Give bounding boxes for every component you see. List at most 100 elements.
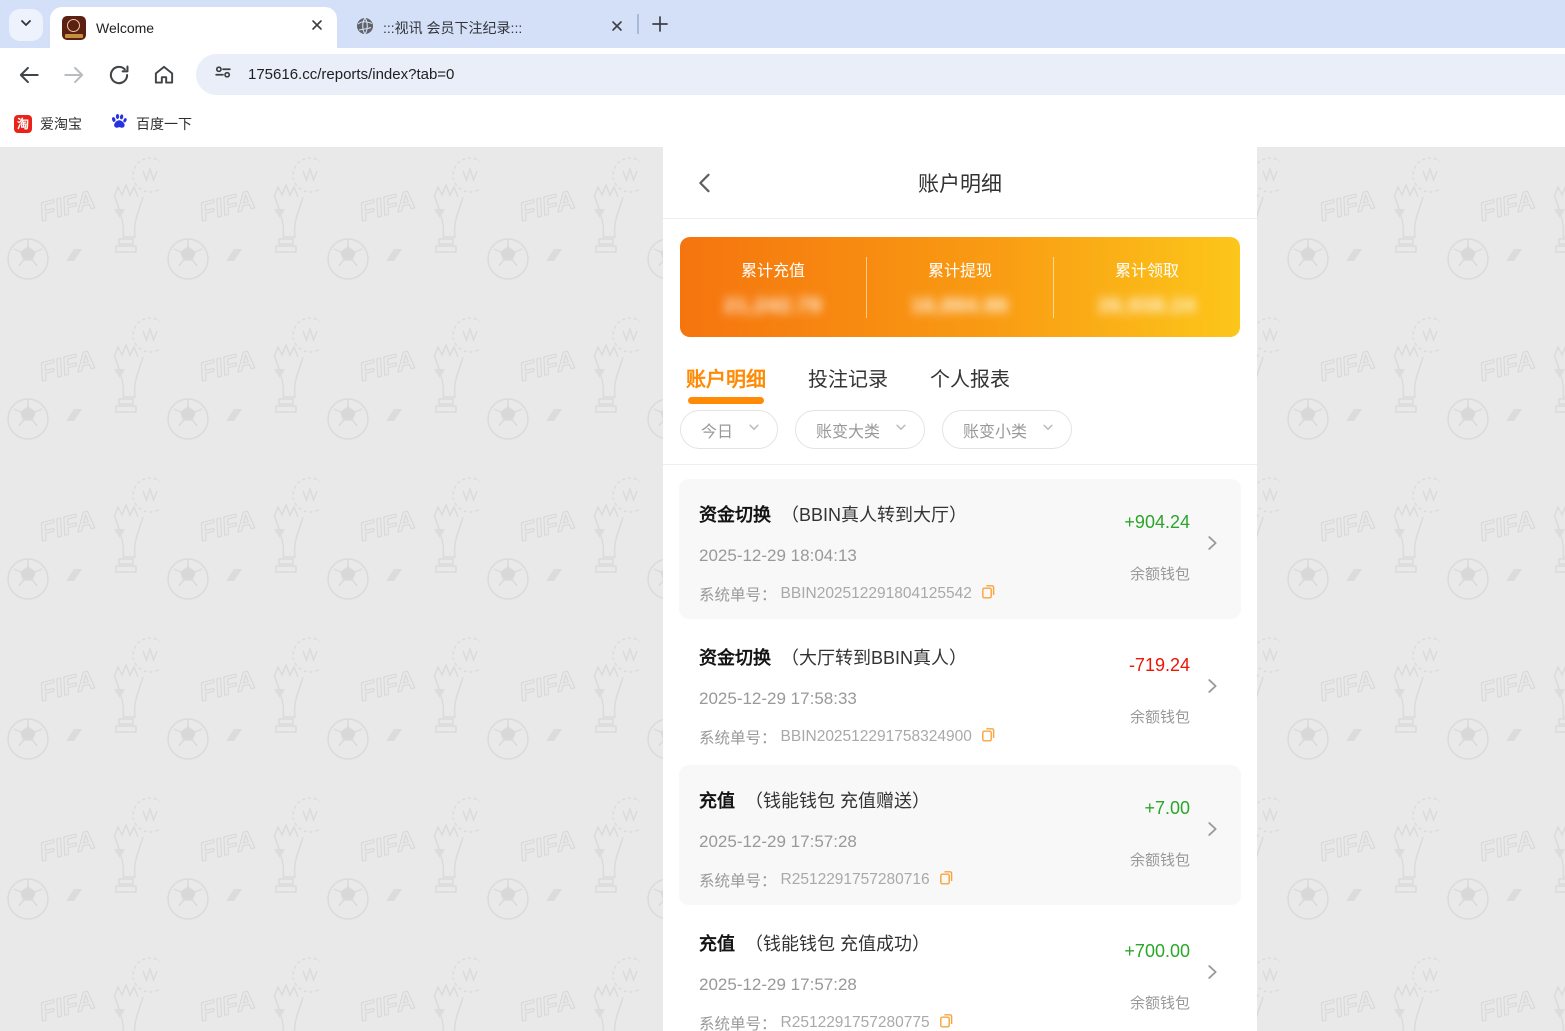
home-icon[interactable] — [151, 62, 177, 88]
plus-icon — [650, 14, 670, 39]
wallet-label: 余额钱包 — [1129, 566, 1190, 583]
wallet-label: 余额钱包 — [1129, 995, 1190, 1012]
summary-total-deposit: 累计充值 21,242.79 — [680, 257, 866, 318]
svg-text:FIFA: FIFA — [196, 984, 258, 1027]
svg-text:FIFA: FIFA — [516, 504, 578, 547]
transaction-detail: （大厅转到BBIN真人） — [781, 648, 968, 668]
back-icon[interactable] — [16, 62, 42, 88]
svg-text:FIFA: FIFA — [356, 344, 418, 387]
transaction-detail: （BBIN真人转到大厅） — [781, 505, 968, 525]
reload-icon[interactable] — [106, 62, 132, 88]
svg-text:FIFA: FIFA — [356, 664, 418, 707]
browser-tab-strip: Welcome :::视讯 会员下注纪录::: — [0, 0, 1565, 48]
chevron-down-icon — [1041, 420, 1055, 439]
masked-value: 26,938.24 — [1098, 294, 1196, 317]
svg-text:FIFA: FIFA — [36, 184, 98, 227]
svg-text:FIFA: FIFA — [1316, 184, 1378, 227]
new-tab-button[interactable] — [646, 12, 674, 40]
close-icon[interactable] — [609, 18, 625, 39]
url-text: 175616.cc/reports/index?tab=0 — [248, 66, 455, 83]
wallet-label: 余额钱包 — [1129, 852, 1190, 869]
transaction-type: 充值 — [699, 791, 735, 811]
amount: +700.00 — [1124, 941, 1190, 961]
close-icon[interactable] — [309, 17, 325, 38]
transaction-item[interactable]: 资金切换 （BBIN真人转到大厅） 2025-12-29 18:04:13 系统… — [679, 479, 1241, 619]
copy-icon[interactable] — [938, 1011, 954, 1031]
tab-search-button[interactable] — [9, 9, 43, 41]
order-number: R2512291757280716 — [780, 870, 930, 888]
svg-text:FIFA: FIFA — [1476, 824, 1538, 867]
copy-icon[interactable] — [980, 725, 996, 748]
taobao-icon: 淘 — [14, 114, 32, 133]
order-number: R2512291757280775 — [780, 1013, 930, 1031]
svg-text:FIFA: FIFA — [1316, 824, 1378, 867]
svg-text:FIFA: FIFA — [516, 184, 578, 227]
filter-date[interactable]: 今日 — [680, 410, 779, 449]
chevron-right-icon — [1201, 675, 1223, 702]
svg-text:FIFA: FIFA — [356, 504, 418, 547]
active-tab-underline — [688, 397, 764, 404]
report-tabs: 账户明细 投注记录 个人报表 — [663, 337, 1257, 408]
browser-tab-welcome[interactable]: Welcome — [50, 7, 337, 48]
baidu-paw-icon — [110, 112, 128, 135]
tab-title: :::视讯 会员下注纪录::: — [383, 20, 523, 36]
svg-text:FIFA: FIFA — [516, 344, 578, 387]
summary-card: 累计充值 21,242.79 累计提现 16,884.86 累计领取 26,93… — [680, 237, 1240, 337]
transaction-type: 资金切换 — [699, 648, 771, 668]
page-title: 账户明细 — [918, 172, 1002, 196]
wallet-label: 余额钱包 — [1129, 709, 1190, 726]
bookmark-baidu[interactable]: 百度一下 — [110, 112, 192, 135]
filter-major-category[interactable]: 账变大类 — [795, 410, 926, 449]
transaction-item[interactable]: 充值 （钱能钱包 充值成功） 2025-12-29 17:57:28 系统单号：… — [679, 908, 1241, 1031]
svg-text:FIFA: FIFA — [1316, 664, 1378, 707]
tab-separator — [637, 14, 639, 34]
masked-value: 21,242.79 — [724, 294, 822, 317]
site-settings-icon[interactable] — [212, 61, 234, 88]
svg-text:FIFA: FIFA — [36, 344, 98, 387]
forward-icon[interactable] — [61, 62, 87, 88]
svg-text:FIFA: FIFA — [36, 984, 98, 1027]
transaction-item[interactable]: 资金切换 （大厅转到BBIN真人） 2025-12-29 17:58:33 系统… — [679, 622, 1241, 762]
svg-text:FIFA: FIFA — [516, 824, 578, 867]
globe-icon — [355, 16, 375, 41]
svg-text:FIFA: FIFA — [36, 664, 98, 707]
bookmark-aitaobao[interactable]: 淘 爱淘宝 — [14, 114, 82, 134]
back-chevron-icon[interactable] — [691, 169, 719, 197]
browser-toolbar: 175616.cc/reports/index?tab=0 — [0, 48, 1565, 100]
order-label: 系统单号： — [699, 729, 777, 747]
svg-text:FIFA: FIFA — [36, 504, 98, 547]
tab-account-detail[interactable]: 账户明细 — [686, 363, 766, 408]
order-number: BBIN202512291758324900 — [780, 727, 972, 745]
transaction-detail: （钱能钱包 充值成功） — [745, 934, 930, 954]
filter-row: 今日 账变大类 账变小类 — [663, 408, 1257, 465]
summary-total-claimed: 累计领取 26,938.24 — [1053, 256, 1240, 318]
svg-text:FIFA: FIFA — [196, 824, 258, 867]
panel-header: 账户明细 — [663, 147, 1257, 219]
masked-value: 16,884.86 — [911, 294, 1009, 317]
chevron-right-icon — [1201, 961, 1223, 988]
svg-text:FIFA: FIFA — [1476, 504, 1538, 547]
svg-text:FIFA: FIFA — [1476, 664, 1538, 707]
amount: +904.24 — [1124, 512, 1190, 532]
chevron-down-icon — [18, 15, 34, 36]
order-label: 系统单号： — [699, 872, 777, 890]
chevron-down-icon — [894, 420, 908, 439]
transaction-list: 资金切换 （BBIN真人转到大厅） 2025-12-29 18:04:13 系统… — [663, 465, 1257, 1031]
summary-total-withdrawal: 累计提现 16,884.86 — [866, 256, 1053, 318]
tab-bet-records[interactable]: 投注记录 — [808, 363, 888, 408]
svg-text:FIFA: FIFA — [356, 984, 418, 1027]
svg-text:FIFA: FIFA — [356, 824, 418, 867]
browser-tab-records[interactable]: :::视讯 会员下注纪录::: — [345, 10, 635, 46]
svg-text:FIFA: FIFA — [356, 184, 418, 227]
filter-minor-category[interactable]: 账变小类 — [942, 410, 1073, 449]
svg-text:FIFA: FIFA — [196, 504, 258, 547]
url-bar[interactable]: 175616.cc/reports/index?tab=0 — [196, 54, 1565, 95]
tab-personal-report[interactable]: 个人报表 — [930, 363, 1010, 408]
svg-text:FIFA: FIFA — [1316, 504, 1378, 547]
copy-icon[interactable] — [980, 582, 996, 605]
account-panel: 账户明细 累计充值 21,242.79 累计提现 16,884.86 累计领取 … — [663, 147, 1257, 1031]
transaction-type: 资金切换 — [699, 505, 771, 525]
transaction-item[interactable]: 充值 （钱能钱包 充值赠送） 2025-12-29 17:57:28 系统单号：… — [679, 765, 1241, 905]
transaction-detail: （钱能钱包 充值赠送） — [745, 791, 930, 811]
copy-icon[interactable] — [938, 868, 954, 891]
